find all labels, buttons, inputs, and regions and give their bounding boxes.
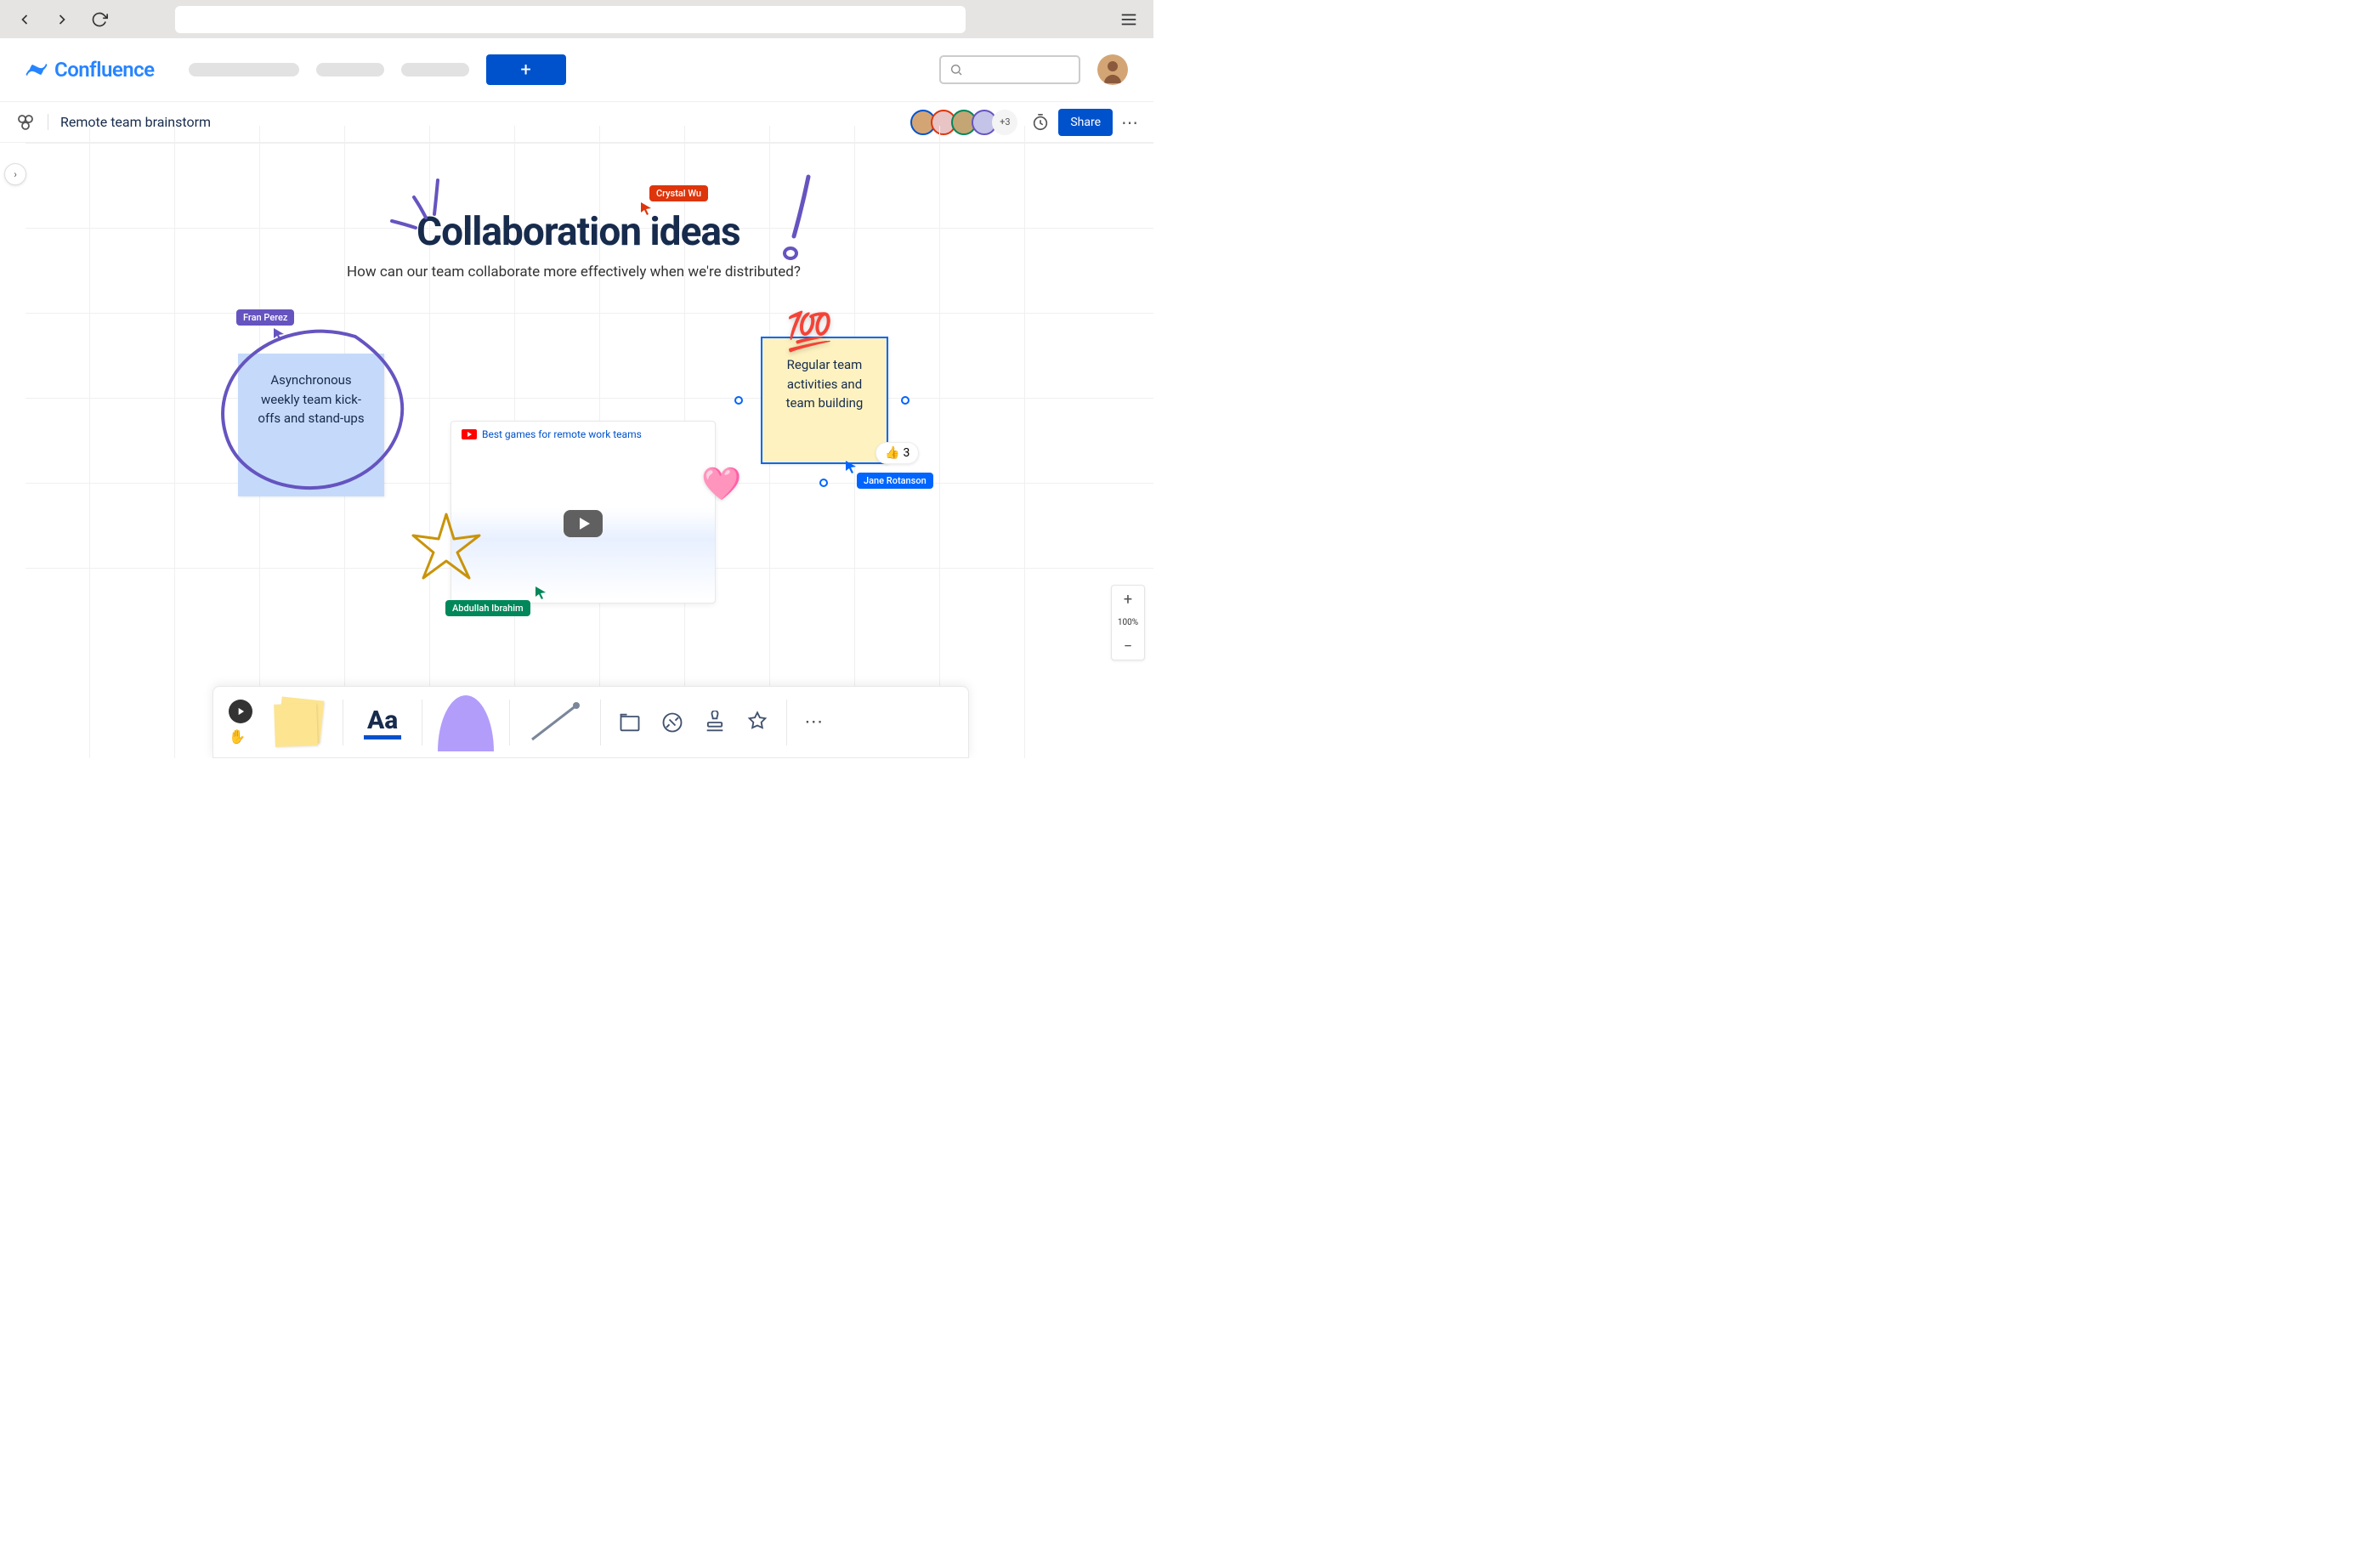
confluence-icon	[26, 59, 48, 81]
cursor-label-crystal: Crystal Wu	[649, 185, 708, 201]
cursor-pointer-icon	[272, 326, 287, 342]
create-button[interactable]: +	[486, 54, 566, 85]
cursor-pointer-icon	[639, 201, 654, 216]
zoom-in-button[interactable]: +	[1112, 586, 1144, 613]
video-title-bar: Best games for remote work teams	[451, 422, 715, 447]
toolbar-more-icon[interactable]: ⋯	[796, 711, 831, 733]
canvas-title[interactable]: Collaboration ideas	[416, 209, 740, 255]
sticky-note-tool[interactable]	[268, 697, 327, 748]
cursor-label-fran: Fran Perez	[236, 309, 294, 326]
hundred-sticker[interactable]: 💯	[786, 309, 833, 354]
browser-chrome	[0, 0, 1153, 38]
url-bar[interactable]	[175, 6, 966, 33]
confluence-logo[interactable]: Confluence	[26, 58, 155, 82]
zoom-out-button[interactable]: −	[1112, 632, 1144, 660]
hand-tool[interactable]: ✋	[229, 728, 252, 745]
app-header: Confluence +	[0, 38, 1153, 102]
youtube-icon	[462, 429, 477, 439]
play-icon[interactable]	[564, 510, 603, 537]
exclamation-scribble	[779, 172, 821, 265]
cursor-label-jane: Jane Rotanson	[857, 473, 933, 489]
line-tool[interactable]	[525, 699, 585, 745]
heart-sticker[interactable]: 🩷	[701, 466, 741, 503]
video-title: Best games for remote work teams	[482, 428, 642, 440]
thumbs-up-icon: 👍	[885, 446, 899, 460]
selection-handle[interactable]	[734, 396, 743, 405]
search-input[interactable]	[939, 55, 1080, 84]
nav-item-placeholder[interactable]	[316, 63, 384, 76]
section-tool-icon[interactable]	[618, 711, 642, 734]
reaction-count: 3	[903, 446, 910, 460]
video-body	[451, 447, 715, 600]
cursor-pointer-icon	[534, 585, 549, 600]
nav-item-placeholder[interactable]	[401, 63, 469, 76]
app-name: Confluence	[54, 58, 155, 82]
zoom-controls: + 100% −	[1111, 585, 1145, 660]
reload-icon[interactable]	[90, 10, 109, 29]
sticky-note-yellow[interactable]: Regular team activities and team buildin…	[761, 337, 888, 464]
text-tool[interactable]: Aa	[364, 706, 401, 740]
selection-handle[interactable]	[819, 479, 828, 487]
hamburger-icon[interactable]	[1119, 10, 1138, 29]
expand-sidebar-button[interactable]: ›	[4, 163, 26, 185]
video-embed[interactable]: Best games for remote work teams	[450, 421, 716, 604]
pointer-tool[interactable]	[229, 700, 252, 723]
shape-tool[interactable]	[438, 695, 494, 751]
whiteboard-toolbar: ✋ Aa ⋯	[212, 686, 969, 758]
nav-placeholder	[189, 63, 469, 76]
cursor-pointer-icon	[844, 459, 859, 474]
reaction-pill[interactable]: 👍 3	[876, 442, 919, 464]
nav-item-placeholder[interactable]	[189, 63, 299, 76]
star-scribble	[408, 510, 484, 586]
sticker-tool-icon[interactable]	[745, 711, 769, 734]
sparkle-scribble	[378, 173, 455, 241]
selection-handle[interactable]	[901, 396, 910, 405]
forward-icon[interactable]	[53, 10, 71, 29]
sticky-note-blue[interactable]: Asynchronous weekly team kick-offs and s…	[238, 354, 384, 496]
stamp-tool-icon[interactable]	[703, 711, 727, 734]
zoom-level[interactable]: 100%	[1118, 613, 1138, 632]
canvas-subtitle[interactable]: How can our team collaborate more effect…	[347, 264, 801, 280]
back-icon[interactable]	[15, 10, 34, 29]
cursor-label-abdullah: Abdullah Ibrahim	[445, 600, 530, 616]
search-icon	[949, 63, 963, 76]
profile-avatar[interactable]	[1097, 54, 1128, 85]
whiteboard-canvas[interactable]: Collaboration ideas How can our team col…	[26, 126, 1153, 758]
link-tool-icon[interactable]	[660, 711, 684, 734]
